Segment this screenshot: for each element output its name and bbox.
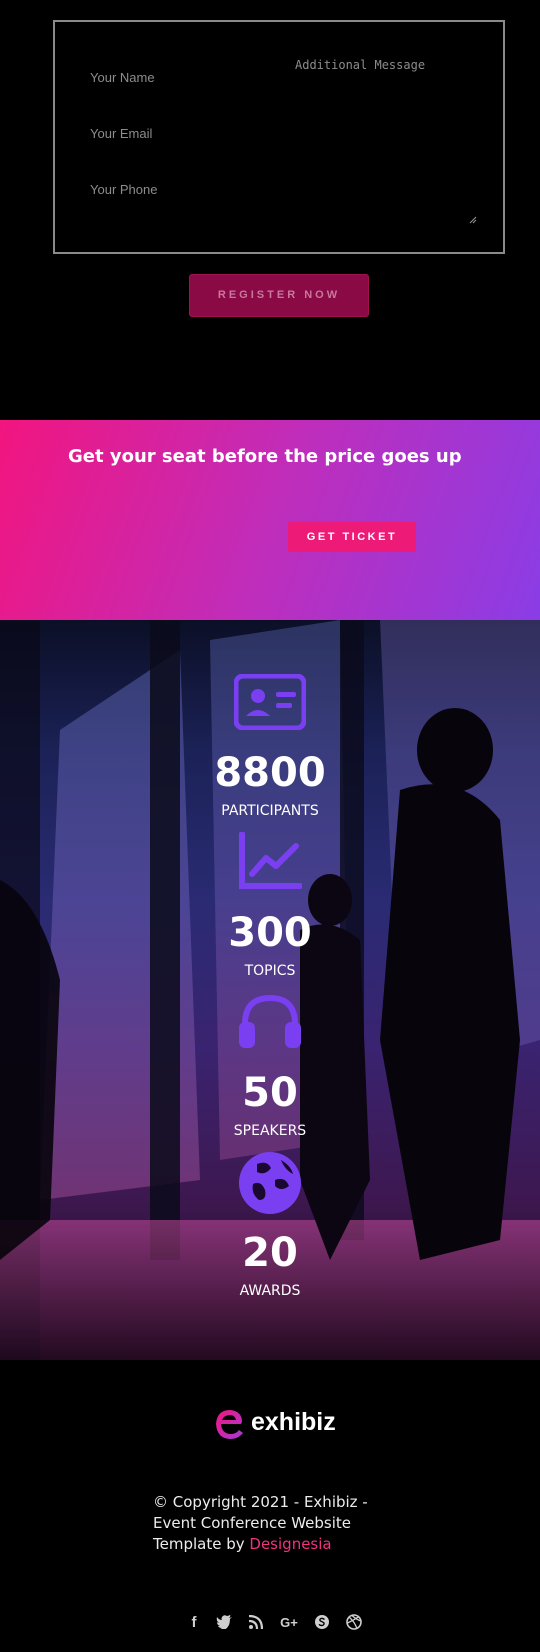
get-ticket-button[interactable]: GET TICKET [288, 522, 416, 552]
register-now-button[interactable]: REGISTER NOW [189, 274, 369, 317]
stats-section: 8800 PARTICIPANTS 300 TOPICS 50 SPEAKERS… [0, 620, 540, 1360]
designesia-link[interactable]: Designesia [249, 1535, 331, 1553]
stat-value: 50 [242, 1070, 298, 1116]
stat-label: SPEAKERS [233, 1123, 307, 1139]
stat-value: 300 [228, 910, 312, 956]
site-footer: exhibiz © Copyright 2021 - Exhibiz - Eve… [0, 1360, 540, 1652]
stat-label: PARTICIPANTS [221, 803, 319, 819]
twitter-icon[interactable] [214, 1612, 234, 1632]
rss-icon[interactable] [246, 1612, 266, 1632]
copyright-text: © Copyright 2021 - Exhibiz - Event Confe… [153, 1492, 393, 1555]
stat-value: 8800 [214, 750, 326, 796]
globe-icon [239, 1152, 301, 1214]
google-plus-icon[interactable]: G+ [279, 1612, 299, 1632]
registration-form-section: Your Name Your Email Your Phone Addition… [0, 0, 540, 420]
headphones-icon [239, 994, 301, 1048]
stat-label: TOPICS [244, 963, 296, 979]
banner-heading: Get your seat before the price goes up [68, 446, 462, 467]
message-textarea[interactable]: Additional Message [295, 58, 425, 72]
exhibiz-logo-icon[interactable] [215, 1406, 245, 1440]
registration-form: Your Name Your Email Your Phone Addition… [53, 20, 505, 254]
line-chart-icon [239, 832, 302, 889]
resize-handle-icon[interactable] [469, 216, 477, 224]
facebook-icon[interactable]: f [184, 1612, 204, 1632]
stat-value: 20 [242, 1230, 298, 1276]
stat-label: AWARDS [239, 1283, 301, 1299]
name-field[interactable]: Your Name [90, 70, 155, 85]
skype-icon[interactable] [312, 1612, 332, 1632]
ticket-banner: Get your seat before the price goes up G… [0, 420, 540, 620]
dribbble-icon[interactable] [344, 1612, 364, 1632]
phone-field[interactable]: Your Phone [90, 182, 157, 197]
id-card-icon [234, 674, 306, 730]
social-links: f G+ [184, 1612, 374, 1632]
logo-text[interactable]: exhibiz [251, 1408, 336, 1437]
email-field[interactable]: Your Email [90, 126, 152, 141]
